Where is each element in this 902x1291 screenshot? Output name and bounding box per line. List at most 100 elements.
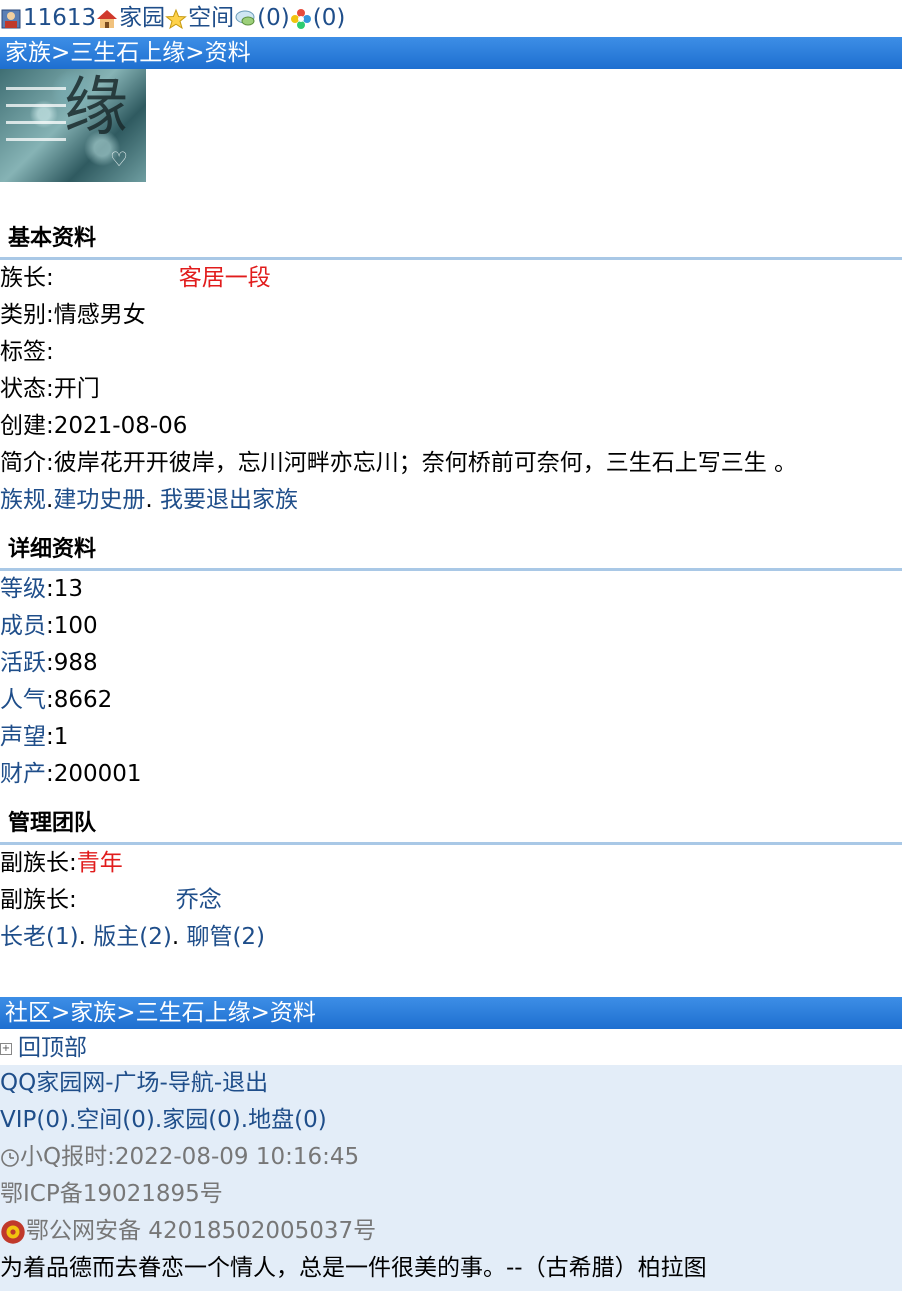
status-value: 开门 [53, 376, 100, 402]
category-row: 类别:情感男女 [0, 297, 902, 334]
activity-link[interactable]: 活跃 [0, 650, 46, 676]
plaza-link[interactable]: 广场 [114, 1070, 160, 1096]
created-row: 创建:2021-08-06 [0, 408, 902, 445]
police-badge-icon [1, 1219, 25, 1244]
section-title-management: 管理团队 [8, 811, 97, 836]
star-icon[interactable] [165, 8, 188, 30]
clan-links-row: 族规.建功史册. 我要退出家族 [0, 482, 902, 519]
vice-leader-label: 副族长: [0, 887, 77, 913]
vice-leader-label: 副族长: [0, 850, 77, 876]
assets-link[interactable]: 财产 [0, 761, 46, 787]
roles-row: 长老(1). 版主(2). 聊管(2) [0, 919, 902, 956]
breadcrumb-sep: > [185, 40, 205, 66]
back-to-top-link[interactable]: 回顶部 [18, 1035, 87, 1061]
vice-leader-name-link[interactable]: 青年 [77, 850, 123, 876]
intro-value: 彼岸花开开彼岸，忘川河畔亦忘川；奈何桥前可奈何，三生石上写三生 。 [53, 450, 798, 476]
breadcrumb-item-clan[interactable]: 家族 [70, 1000, 116, 1026]
site-home-link[interactable]: QQ家园网 [0, 1070, 105, 1096]
time-report-text: 小Q报时:2022-08-09 10:16:45 [20, 1144, 360, 1170]
footer-police-row: 鄂公网安备 42018502005037号 [0, 1213, 902, 1250]
category-value: 情感男女 [53, 302, 146, 328]
category-label: 类别: [0, 302, 54, 328]
quote-text: 为着品德而去眷恋一个情人，总是一件很美的事。--（古希腊）柏拉图 [0, 1255, 707, 1281]
expand-square-icon: + [0, 1042, 12, 1055]
logo-text-lines [6, 87, 66, 155]
logout-link[interactable]: 退出 [222, 1070, 268, 1096]
footer-time-row: 小Q报时:2022-08-09 10:16:45 [0, 1139, 902, 1176]
breadcrumb-sep: > [51, 1000, 71, 1026]
icp-link[interactable]: 鄂ICP备19021895号 [0, 1181, 223, 1207]
breadcrumb-sep: > [51, 40, 71, 66]
breadcrumb-top: 家族>三生石上缘>资料 [0, 37, 902, 69]
vice-leader-name-link[interactable]: 乔念 [176, 887, 222, 913]
detail-row-level: 等级:13 [0, 571, 902, 608]
colorful-flower-icon[interactable] [290, 8, 312, 30]
heart-icon: ♡ [110, 147, 128, 171]
back-to-top-row: + 回顶部 [0, 1030, 902, 1067]
space-link[interactable]: 空间 [188, 0, 234, 37]
breadcrumb-item-clan[interactable]: 家族 [5, 40, 51, 66]
top-bar: 11613 家园 空间 (0) (0) [0, 0, 902, 37]
link-sep: . [78, 924, 94, 950]
tags-row: 标签: [0, 334, 902, 371]
chat-bubble-icon[interactable] [234, 8, 256, 30]
link-sep: . [145, 487, 160, 513]
chat-admins-link[interactable]: 聊管(2) [186, 924, 265, 950]
footer-quote-row: 为着品德而去眷恋一个情人，总是一件很美的事。--（古希腊）柏拉图 [0, 1250, 902, 1287]
leader-name-link[interactable]: 客居一段 [179, 265, 271, 291]
detail-row-members: 成员:100 [0, 608, 902, 645]
home-count-link[interactable]: 家园(0) [162, 1107, 241, 1133]
home-link[interactable]: 家园 [119, 0, 165, 37]
vip-count-link[interactable]: VIP(0) [0, 1107, 69, 1133]
breadcrumb-item-community[interactable]: 社区 [5, 1000, 51, 1026]
created-value: 2021-08-06 [53, 413, 188, 439]
detail-row-reputation: 声望:1 [0, 719, 902, 756]
footer-icp-row: 鄂ICP备19021895号 [0, 1176, 902, 1213]
user-icon[interactable] [0, 8, 22, 30]
section-title-basic: 基本资料 [8, 226, 97, 251]
footer-counts-row: VIP(0).空间(0).家园(0).地盘(0) [0, 1102, 902, 1139]
intro-row: 简介:彼岸花开开彼岸，忘川河畔亦忘川；奈何桥前可奈何，三生石上写三生 。 [0, 445, 902, 482]
user-id-link[interactable]: 11613 [23, 0, 96, 37]
popularity-value: :8662 [46, 687, 113, 713]
level-link[interactable]: 等级 [0, 576, 46, 602]
breadcrumb-item-profile: 资料 [269, 1000, 316, 1026]
vice-leader-row-1: 副族长:青年 [0, 845, 902, 882]
footer: QQ家园网-广场-导航-退出 VIP(0).空间(0).家园(0).地盘(0) … [0, 1065, 902, 1291]
police-record-link[interactable]: 鄂公网安备 42018502005037号 [26, 1218, 376, 1244]
territory-count-link[interactable]: 地盘(0) [248, 1107, 327, 1133]
home-icon[interactable] [96, 8, 118, 30]
created-label: 创建: [0, 413, 54, 439]
breadcrumb-item-profile: 资料 [204, 40, 251, 66]
reputation-link[interactable]: 声望 [0, 724, 46, 750]
quit-clan-link[interactable]: 我要退出家族 [160, 487, 298, 513]
message-count[interactable]: (0) [257, 0, 290, 37]
leader-row: 族长: 客居一段 [0, 260, 902, 297]
logo-glyph: 缘 [64, 71, 128, 145]
other-count[interactable]: (0) [313, 0, 346, 37]
space-count-link[interactable]: 空间(0) [76, 1107, 155, 1133]
reputation-value: :1 [46, 724, 69, 750]
tags-label: 标签: [0, 339, 54, 365]
breadcrumb-sep: > [116, 1000, 136, 1026]
link-sep: . [171, 924, 187, 950]
members-link[interactable]: 成员 [0, 613, 46, 639]
nav-sep: - [213, 1070, 223, 1096]
section-title-detail: 详细资料 [8, 537, 97, 562]
breadcrumb-bottom: 社区>家族>三生石上缘>资料 [0, 997, 902, 1029]
clan-rules-link[interactable]: 族规 [0, 487, 46, 513]
moderators-link[interactable]: 版主(2) [93, 924, 172, 950]
breadcrumb-item-clan-name[interactable]: 三生石上缘 [136, 1000, 251, 1026]
footer-nav-row: QQ家园网-广场-导航-退出 [0, 1065, 902, 1102]
members-value: :100 [46, 613, 98, 639]
navigation-link[interactable]: 导航 [168, 1070, 214, 1096]
level-value: :13 [46, 576, 84, 602]
detail-row-activity: 活跃:988 [0, 645, 902, 682]
breadcrumb-item-clan-name[interactable]: 三生石上缘 [70, 40, 185, 66]
popularity-link[interactable]: 人气 [0, 687, 46, 713]
merit-history-link[interactable]: 建功史册 [53, 487, 145, 513]
breadcrumb-sep: > [250, 1000, 270, 1026]
clan-logo-image: 缘 ♡ [0, 69, 146, 182]
elders-link[interactable]: 长老(1) [0, 924, 79, 950]
clock-icon [1, 1148, 19, 1167]
